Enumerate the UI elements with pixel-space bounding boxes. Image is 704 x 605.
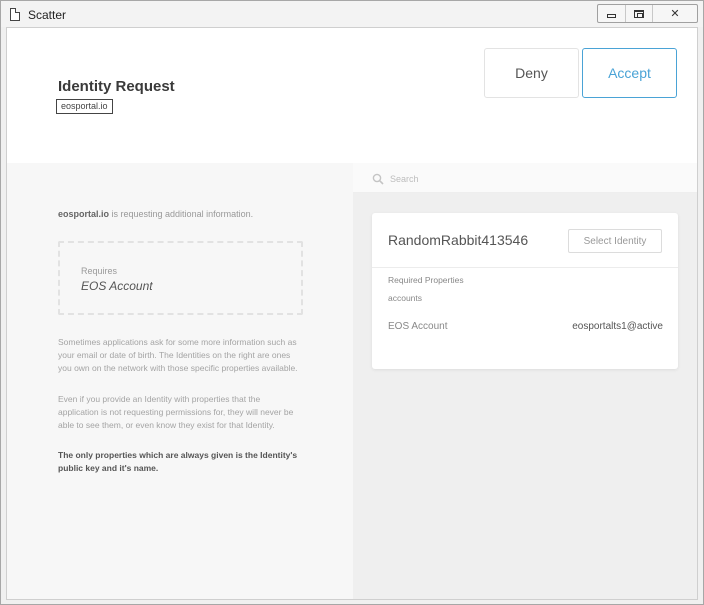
page-title: Identity Request <box>58 78 175 95</box>
requires-box: Requires EOS Account <box>58 241 303 315</box>
request-text: is requesting additional information. <box>109 209 254 219</box>
search-bar <box>353 163 697 193</box>
window-controls: ✕ <box>597 4 698 23</box>
info-paragraph-emphasis: The only properties which are always giv… <box>58 450 298 473</box>
window-title: Scatter <box>28 8 67 22</box>
eos-account-label: EOS Account <box>388 321 448 332</box>
deny-button[interactable]: Deny <box>484 48 579 98</box>
minimize-icon <box>607 13 616 18</box>
title-bar[interactable]: Scatter ✕ <box>1 1 703 27</box>
info-paragraph: Even if you provide an Identity with pro… <box>58 394 294 430</box>
identity-pane: RandomRabbit413546 Select Identity Requi… <box>353 163 697 599</box>
requires-label: Requires <box>81 266 118 276</box>
identity-card: RandomRabbit413546 Select Identity Requi… <box>372 213 678 369</box>
accept-button[interactable]: Accept <box>582 48 677 98</box>
request-description: eosportal.io is requesting additional in… <box>58 209 253 219</box>
card-divider <box>372 267 678 268</box>
required-properties-value: accounts <box>388 293 423 303</box>
maximize-button[interactable] <box>625 5 652 22</box>
close-button[interactable]: ✕ <box>652 5 697 22</box>
search-input[interactable] <box>390 170 680 187</box>
identity-name: RandomRabbit413546 <box>388 232 529 248</box>
file-icon <box>10 8 20 21</box>
eos-account-value: eosportalts1@active <box>572 321 663 332</box>
select-identity-button[interactable]: Select Identity <box>568 229 662 253</box>
domain-badge: eosportal.io <box>56 99 113 114</box>
app-window: Scatter ✕ Identity Request eosportal.io … <box>0 0 704 605</box>
required-properties-label: Required Properties <box>388 275 464 285</box>
info-paragraph: Sometimes applications ask for some more… <box>58 337 298 373</box>
request-domain: eosportal.io <box>58 209 110 219</box>
info-pane: eosportal.io is requesting additional in… <box>7 163 353 599</box>
minimize-button[interactable] <box>598 5 625 22</box>
client-area: Identity Request eosportal.io Deny Accep… <box>6 27 698 600</box>
page-header: Identity Request eosportal.io Deny Accep… <box>7 28 697 163</box>
close-icon: ✕ <box>670 8 680 20</box>
search-icon <box>372 173 384 185</box>
requires-value: EOS Account <box>81 279 153 293</box>
maximize-icon <box>634 9 644 18</box>
